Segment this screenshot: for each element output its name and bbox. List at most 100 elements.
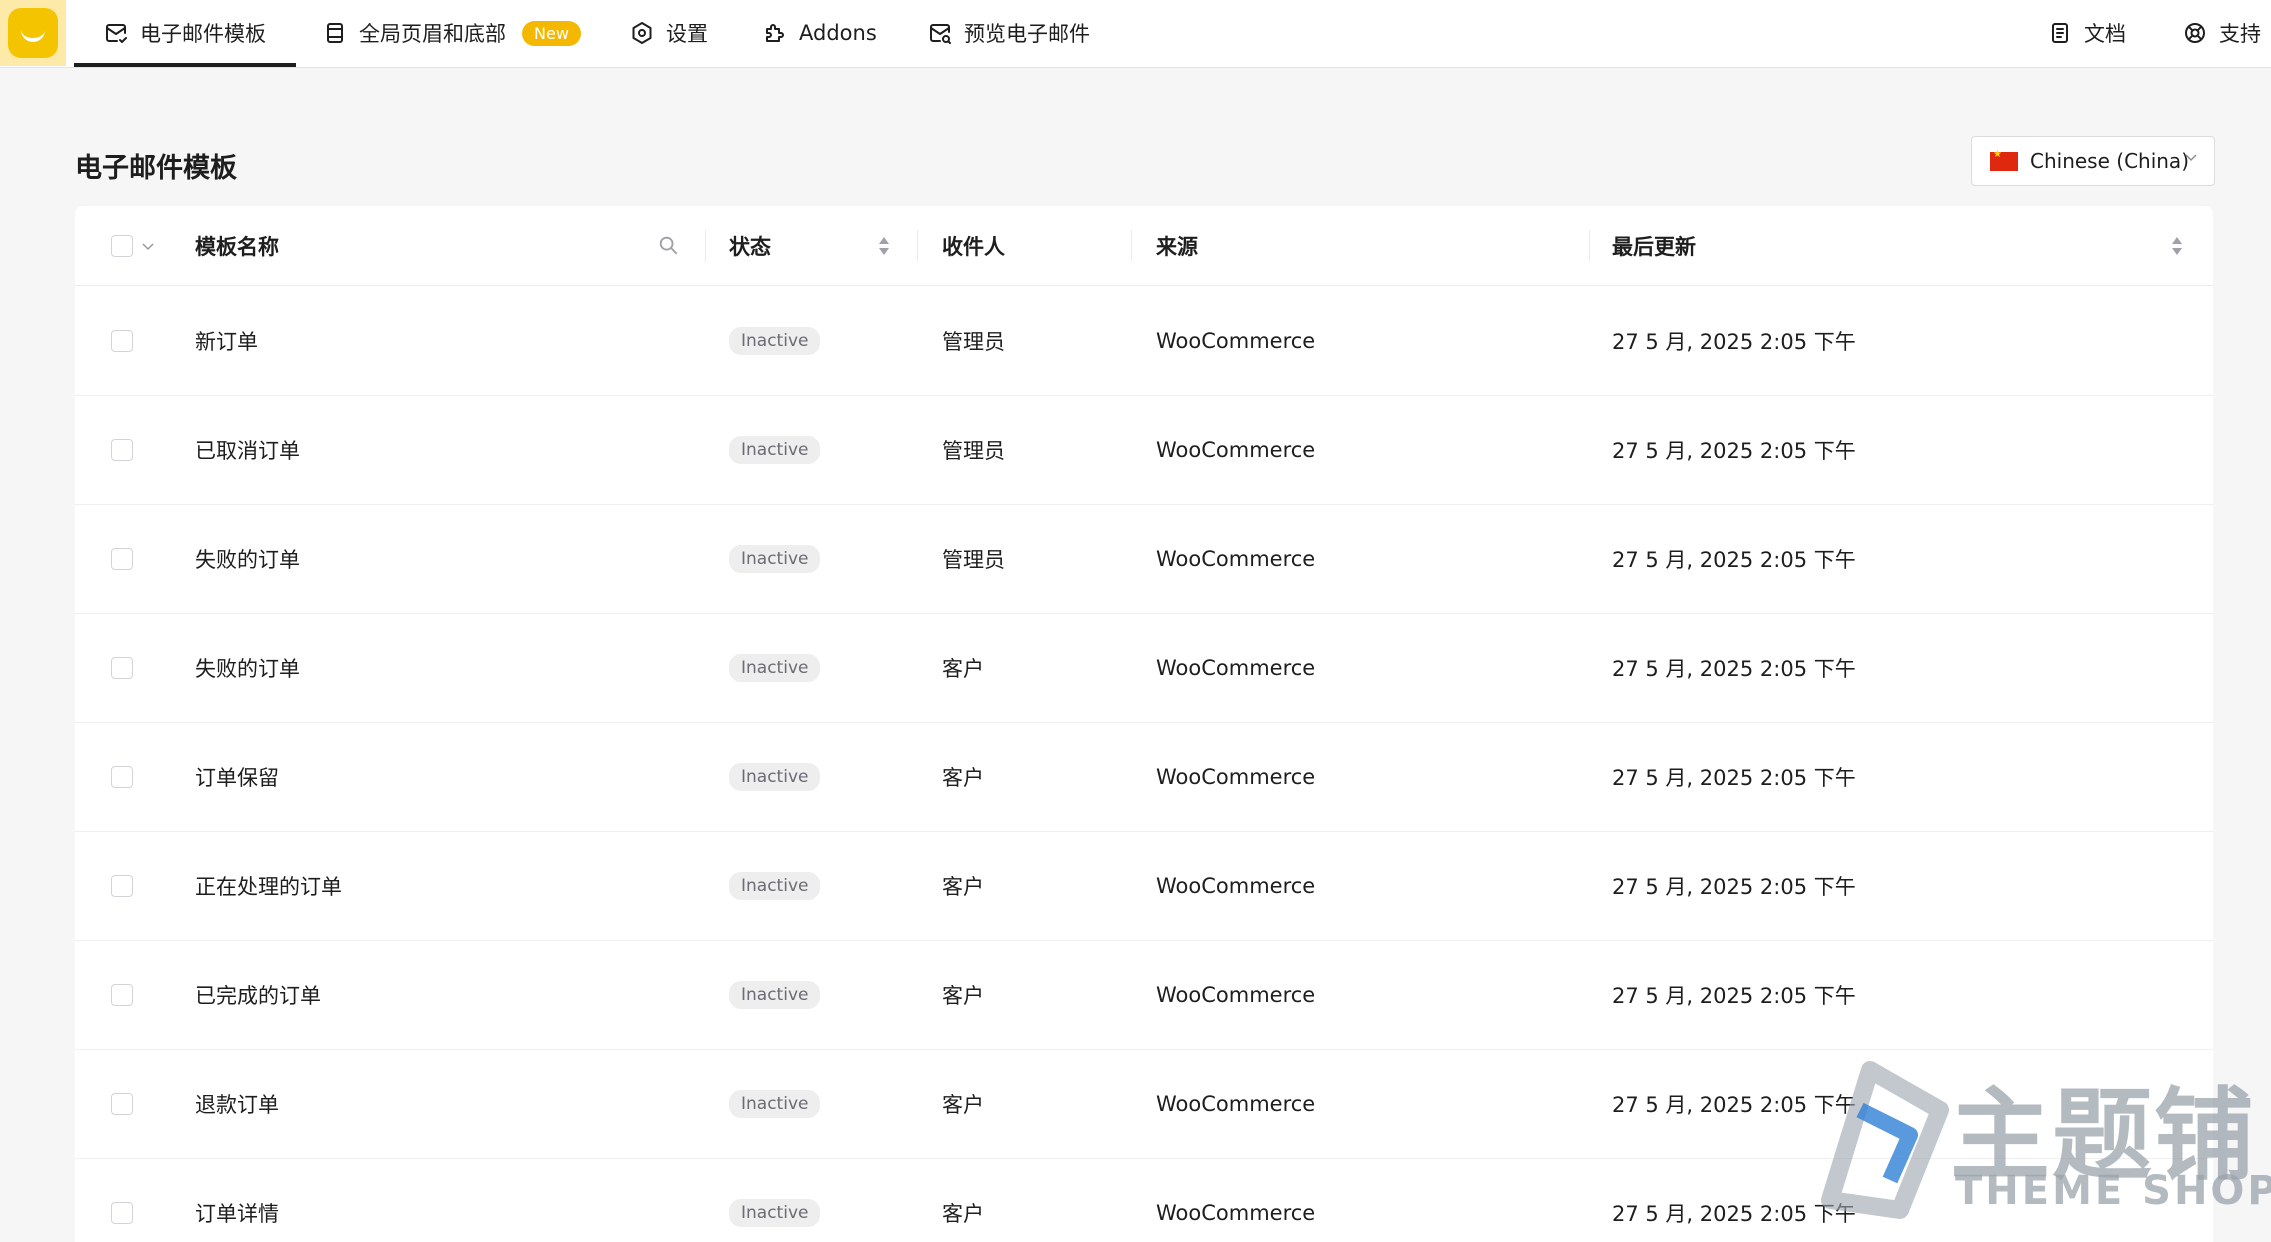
row-checkbox[interactable]: [111, 330, 133, 352]
tab-label: 全局页眉和底部: [359, 22, 506, 46]
layout-icon: [327, 23, 343, 43]
source: WooCommerce: [1156, 656, 1316, 680]
page-title: 电子邮件模板: [75, 153, 237, 184]
table-row[interactable]: 失败的订单 Inactive 管理员 WooCommerce 27 5 月, 2…: [75, 505, 2213, 614]
status-badge: Inactive: [729, 545, 821, 573]
row-checkbox[interactable]: [111, 439, 133, 461]
tab-label: Addons: [799, 21, 877, 45]
template-name[interactable]: 新订单: [195, 287, 258, 395]
last-updated: 27 5 月, 2025 2:05 下午: [1612, 439, 1856, 463]
puzzle-icon: [766, 24, 784, 42]
recipient: 客户: [942, 1093, 984, 1117]
language-select[interactable]: Chinese (China): [1971, 136, 2215, 186]
tab-settings[interactable]: 设置: [630, 0, 708, 66]
template-name[interactable]: 正在处理的订单: [195, 832, 342, 940]
recipient: 客户: [942, 657, 984, 681]
status-badge: Inactive: [729, 1090, 821, 1118]
last-updated: 27 5 月, 2025 2:05 下午: [1612, 875, 1856, 899]
status-badge: Inactive: [729, 872, 821, 900]
table-row[interactable]: 订单保留 Inactive 客户 WooCommerce 27 5 月, 202…: [75, 723, 2213, 832]
tab-preview-email[interactable]: 预览电子邮件: [928, 0, 1090, 66]
recipient: 客户: [942, 1202, 984, 1226]
template-name[interactable]: 已取消订单: [195, 396, 300, 504]
column-header-last-updated[interactable]: 最后更新: [1612, 206, 1696, 286]
tab-global-header-footer[interactable]: 全局页眉和底部 New: [323, 0, 581, 66]
source: WooCommerce: [1156, 1092, 1316, 1116]
table-row[interactable]: 正在处理的订单 Inactive 客户 WooCommerce 27 5 月, …: [75, 832, 2213, 941]
recipient: 客户: [942, 875, 984, 899]
template-name[interactable]: 订单保留: [195, 723, 279, 831]
docs-link[interactable]: 文档: [2048, 0, 2126, 66]
app-logo[interactable]: [0, 0, 66, 66]
tab-label: 电子邮件模板: [140, 22, 266, 46]
tab-email-templates[interactable]: 电子邮件模板: [74, 0, 296, 67]
status-badge: Inactive: [729, 763, 821, 791]
row-checkbox[interactable]: [111, 875, 133, 897]
tab-addons[interactable]: Addons: [763, 0, 877, 66]
last-updated: 27 5 月, 2025 2:05 下午: [1612, 657, 1856, 681]
table-row[interactable]: 新订单 Inactive 管理员 WooCommerce 27 5 月, 202…: [75, 287, 2213, 396]
top-nav-bar: 电子邮件模板 全局页眉和底部 New 设置 Addons 预览电子邮件 文档 支…: [0, 0, 2271, 68]
source: WooCommerce: [1156, 874, 1316, 898]
recipient: 管理员: [942, 330, 1005, 354]
template-name[interactable]: 订单详情: [195, 1159, 279, 1242]
tab-label: 设置: [666, 22, 708, 46]
select-all-checkbox[interactable]: [111, 235, 133, 257]
table-row[interactable]: 已取消订单 Inactive 管理员 WooCommerce 27 5 月, 2…: [75, 396, 2213, 505]
row-checkbox[interactable]: [111, 657, 133, 679]
column-header-name: 模板名称: [195, 235, 279, 259]
column-header-status[interactable]: 状态: [729, 206, 771, 286]
source: WooCommerce: [1156, 438, 1316, 462]
source: WooCommerce: [1156, 329, 1316, 353]
chevron-down-icon: [2185, 154, 2197, 162]
last-updated: 27 5 月, 2025 2:05 下午: [1612, 766, 1856, 790]
last-updated: 27 5 月, 2025 2:05 下午: [1612, 984, 1856, 1008]
last-updated: 27 5 月, 2025 2:05 下午: [1612, 1093, 1856, 1117]
docs-label: 文档: [2084, 22, 2126, 46]
sort-icon[interactable]: [876, 234, 892, 258]
source: WooCommerce: [1156, 765, 1316, 789]
row-checkbox[interactable]: [111, 1093, 133, 1115]
status-badge: Inactive: [729, 436, 821, 464]
status-badge: Inactive: [729, 327, 821, 355]
row-checkbox[interactable]: [111, 1202, 133, 1224]
recipient: 管理员: [942, 548, 1005, 572]
row-checkbox[interactable]: [111, 766, 133, 788]
table-row[interactable]: 订单详情 Inactive 客户 WooCommerce 27 5 月, 202…: [75, 1159, 2213, 1242]
language-value: Chinese (China): [2030, 149, 2189, 173]
mail-check-icon: [106, 24, 127, 43]
status-badge: Inactive: [729, 654, 821, 682]
table-row[interactable]: 已完成的订单 Inactive 客户 WooCommerce 27 5 月, 2…: [75, 941, 2213, 1050]
settings-hex-icon: [632, 22, 652, 44]
search-icon[interactable]: [657, 234, 679, 256]
status-badge: Inactive: [729, 981, 821, 1009]
recipient: 管理员: [942, 439, 1005, 463]
mail-search-icon: [930, 24, 951, 44]
tab-label: 预览电子邮件: [964, 22, 1090, 46]
column-separator: [917, 230, 918, 262]
template-name[interactable]: 已完成的订单: [195, 941, 321, 1049]
row-checkbox[interactable]: [111, 548, 133, 570]
email-templates-table: 模板名称 状态 收件人 来源 最后更新 新订单 Inactive 管理员 Woo…: [75, 206, 2213, 1242]
document-icon: [2052, 23, 2068, 43]
template-name[interactable]: 失败的订单: [195, 614, 300, 722]
china-flag-icon: [1990, 149, 2018, 171]
template-name[interactable]: 退款订单: [195, 1050, 279, 1158]
column-separator: [1589, 230, 1590, 262]
template-name[interactable]: 失败的订单: [195, 505, 300, 613]
column-header-recipient: 收件人: [942, 235, 1005, 259]
recipient: 客户: [942, 766, 984, 790]
support-link[interactable]: 支持: [2183, 0, 2261, 66]
new-badge: New: [522, 20, 581, 46]
row-checkbox[interactable]: [111, 984, 133, 1006]
table-row[interactable]: 失败的订单 Inactive 客户 WooCommerce 27 5 月, 20…: [75, 614, 2213, 723]
chevron-down-icon[interactable]: [141, 240, 155, 254]
last-updated: 27 5 月, 2025 2:05 下午: [1612, 330, 1856, 354]
source: WooCommerce: [1156, 983, 1316, 1007]
source: WooCommerce: [1156, 547, 1316, 571]
status-badge: Inactive: [729, 1199, 821, 1227]
column-separator: [1131, 230, 1132, 262]
sort-icon[interactable]: [2169, 234, 2185, 258]
table-row[interactable]: 退款订单 Inactive 客户 WooCommerce 27 5 月, 202…: [75, 1050, 2213, 1159]
smile-logo-icon: [8, 8, 58, 58]
